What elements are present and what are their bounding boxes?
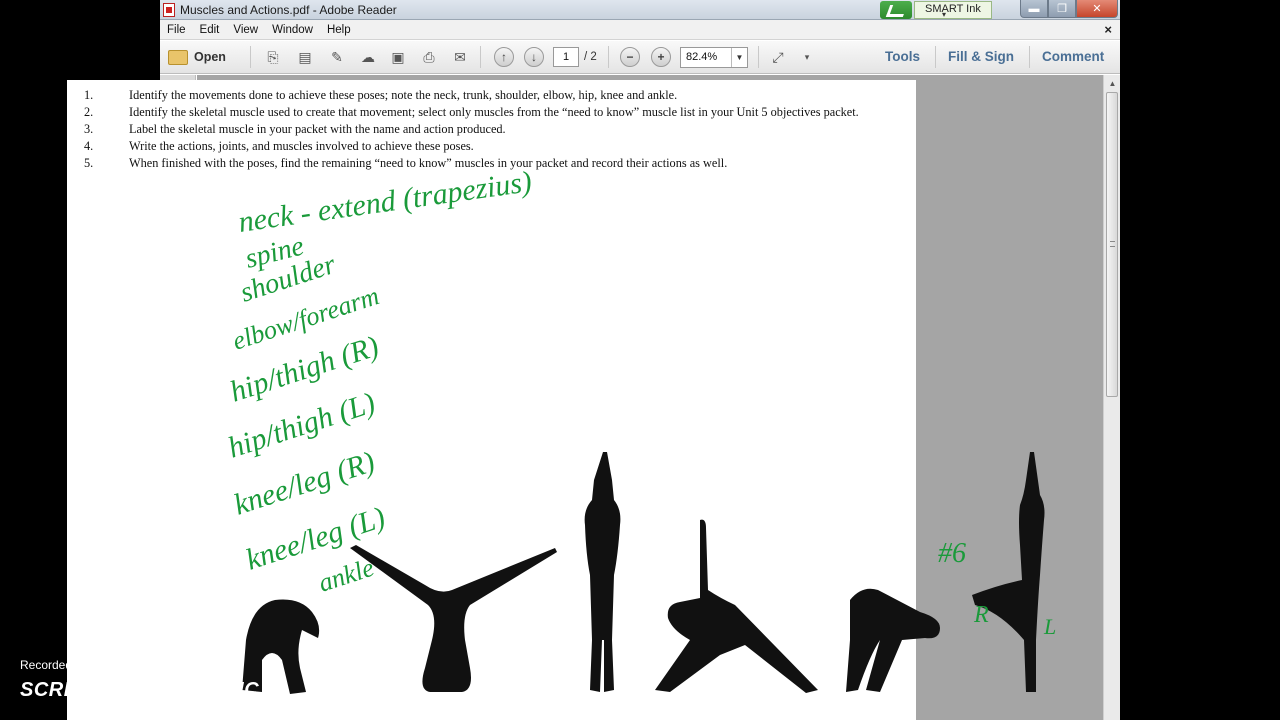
pdf-file-icon — [163, 3, 175, 17]
toolbar: Open ⎘ ▤ ✎ ☁ ▣ ⎙ ✉ ↑ ↓ 1 / 2 − + 82.4% ▼… — [160, 41, 1120, 74]
instructions-list: 1. Identify the movements done to achiev… — [81, 87, 881, 172]
create-pdf-icon[interactable]: ⎘ — [263, 47, 283, 67]
page-number-input[interactable]: 1 — [553, 47, 579, 67]
instruction-text: Label the skeletal muscle in your packet… — [129, 122, 506, 136]
recorded-with-label: Recorded with — [20, 658, 97, 672]
tools-pane-link[interactable]: Tools — [885, 49, 920, 64]
list-item: 5. When finished with the poses, find th… — [81, 155, 881, 172]
window-controls: ▬ ❐ ✕ — [1020, 0, 1118, 18]
toolbar-divider — [1029, 46, 1030, 68]
fill-sign-pane-link[interactable]: Fill & Sign — [948, 49, 1014, 64]
toolbar-divider — [758, 46, 759, 68]
page-total: / 2 — [584, 51, 597, 63]
scrollbar-grip-icon — [1110, 241, 1115, 247]
smart-ink-widget[interactable]: SMART Ink — [880, 1, 992, 19]
window-title: Muscles and Actions.pdf - Adobe Reader — [180, 3, 397, 17]
brand-right: MATIC — [194, 678, 260, 701]
smart-ink-pen-icon[interactable] — [880, 1, 912, 19]
open-button[interactable]: Open — [168, 47, 238, 67]
record-circle-icon — [164, 676, 193, 704]
screencast-o-matic-logo: SCREENCAST MATIC — [20, 676, 259, 704]
scroll-up-arrow-icon[interactable]: ▲ — [1104, 75, 1120, 92]
menu-file[interactable]: File — [160, 24, 193, 36]
list-number: 3. — [84, 122, 94, 136]
restore-button[interactable]: ❐ — [1048, 0, 1076, 18]
menu-help[interactable]: Help — [320, 24, 358, 36]
minimize-button[interactable]: ▬ — [1020, 0, 1048, 18]
zoom-value[interactable]: 82.4% — [681, 48, 731, 67]
print-icon[interactable]: ⎙ — [419, 47, 439, 67]
list-item: 1. Identify the movements done to achiev… — [81, 87, 881, 104]
list-number: 1. — [84, 88, 94, 102]
open-label: Open — [194, 50, 226, 64]
menu-view[interactable]: View — [226, 24, 265, 36]
toolbar-customize-icon[interactable]: ▾ — [797, 47, 817, 67]
save-icon[interactable]: ▣ — [388, 47, 408, 67]
list-number: 5. — [84, 156, 94, 170]
list-item: 4. Write the actions, joints, and muscle… — [81, 138, 881, 155]
email-icon[interactable]: ✉ — [450, 47, 470, 67]
zoom-out-button[interactable]: − — [620, 47, 640, 67]
comment-pane-link[interactable]: Comment — [1042, 49, 1104, 64]
toolbar-divider — [935, 46, 936, 68]
brand-left: SCREENCAST — [20, 678, 163, 701]
toolbar-divider — [608, 46, 609, 68]
menu-edit[interactable]: Edit — [193, 24, 227, 36]
previous-page-button[interactable]: ↑ — [494, 47, 514, 67]
list-item: 2. Identify the skeletal muscle used to … — [81, 104, 881, 121]
toolbar-divider — [250, 46, 251, 68]
menu-window[interactable]: Window — [265, 24, 320, 36]
vertical-scrollbar[interactable]: ▲ — [1103, 75, 1120, 720]
scrollbar-thumb[interactable] — [1106, 92, 1118, 397]
screencast-watermark: Recorded with SCREENCAST MATIC — [20, 658, 259, 704]
fit-page-icon[interactable]: ⤢ — [768, 47, 788, 67]
title-bar: Muscles and Actions.pdf - Adobe Reader S… — [160, 0, 1120, 20]
smart-ink-label[interactable]: SMART Ink — [914, 1, 992, 19]
list-number: 4. — [84, 139, 94, 153]
list-number: 2. — [84, 105, 94, 119]
toolbar-divider — [480, 46, 481, 68]
next-page-button[interactable]: ↓ — [524, 47, 544, 67]
sign-edit-icon[interactable]: ✎ — [327, 47, 347, 67]
close-document-button[interactable]: × — [1104, 22, 1112, 37]
list-item: 3. Label the skeletal muscle in your pac… — [81, 121, 881, 138]
chevron-down-icon[interactable]: ▼ — [731, 48, 747, 67]
convert-pdf-icon[interactable]: ▤ — [295, 47, 315, 67]
upload-cloud-icon[interactable]: ☁ — [358, 47, 378, 67]
instruction-text: Write the actions, joints, and muscles i… — [129, 139, 474, 153]
zoom-in-button[interactable]: + — [651, 47, 671, 67]
close-window-button[interactable]: ✕ — [1076, 0, 1118, 18]
instruction-text: Identify the skeletal muscle used to cre… — [129, 105, 859, 119]
instruction-text: When finished with the poses, find the r… — [129, 156, 728, 170]
pdf-page: 1. Identify the movements done to achiev… — [67, 80, 916, 720]
menu-bar: File Edit View Window Help × — [160, 20, 1120, 40]
instruction-text: Identify the movements done to achieve t… — [129, 88, 678, 102]
zoom-select[interactable]: 82.4% ▼ — [680, 47, 748, 68]
folder-icon — [168, 49, 188, 65]
